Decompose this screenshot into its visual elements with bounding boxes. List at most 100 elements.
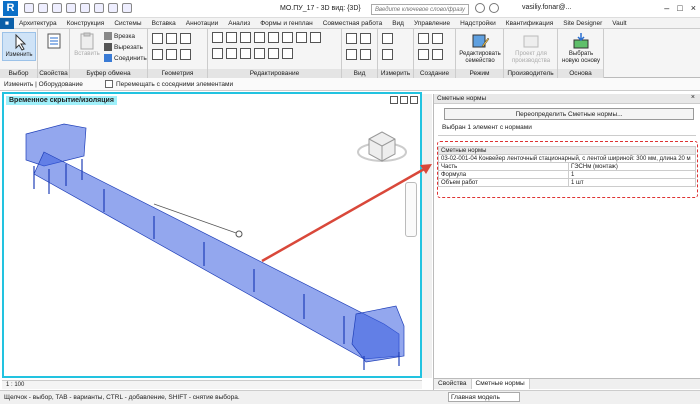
viewport-scrollbar[interactable] [422, 94, 432, 378]
tab-vault[interactable]: Vault [607, 20, 631, 27]
conveyor-model[interactable] [4, 94, 420, 376]
rotate-icon[interactable] [240, 48, 251, 59]
create-assembly-icon[interactable] [418, 49, 429, 60]
tab-manage[interactable]: Управление [409, 20, 455, 27]
undo-icon[interactable] [52, 3, 62, 13]
cursor-icon [9, 33, 29, 51]
create-similar-icon[interactable] [432, 49, 443, 60]
mirror-axis-icon[interactable] [240, 32, 251, 43]
split-icon[interactable] [268, 32, 279, 43]
pencil-icon[interactable] [360, 33, 371, 44]
scale-icon[interactable] [268, 48, 279, 59]
tab-massing[interactable]: Формы и генплан [255, 20, 318, 27]
tab-systems[interactable]: Системы [109, 20, 146, 27]
override-norms-button[interactable]: Переопределить Сметные нормы... [444, 108, 694, 120]
3d-viewport[interactable]: Временное скрытие/изоляция [2, 92, 422, 378]
align-icon[interactable] [212, 32, 223, 43]
paste-button[interactable]: Вставить [74, 32, 100, 58]
redo-icon[interactable] [66, 3, 76, 13]
tab-addins[interactable]: Надстройки [455, 20, 501, 27]
copy-icon[interactable] [226, 48, 237, 59]
view-scale[interactable]: 1 : 100 [6, 382, 24, 388]
create-parts-icon[interactable] [418, 33, 429, 44]
modify-button[interactable]: Изменить [2, 32, 36, 61]
fabrication-button[interactable]: Проект для производства [506, 32, 556, 65]
tab-site-designer[interactable]: Site Designer [558, 20, 607, 27]
delete-icon[interactable] [310, 32, 321, 43]
cut-geometry-icon[interactable] [166, 49, 177, 60]
tab-file[interactable]: ■ [0, 17, 14, 29]
app-logo[interactable]: R [3, 1, 18, 16]
panel-label-modify: Редактирование [208, 69, 341, 78]
document-title: МО.ПУ_17 - 3D вид: {3D} [280, 5, 361, 12]
move-icon[interactable] [212, 48, 223, 59]
fabrication-icon [521, 32, 541, 50]
search-icon[interactable] [475, 3, 485, 13]
panel-modify: Редактирование [208, 29, 342, 78]
maximize-button[interactable]: □ [677, 3, 682, 13]
panel-geometry: Геометрия [148, 29, 208, 78]
viewcube-icon[interactable] [357, 131, 407, 162]
panel-label-clipboard: Буфер обмена [70, 69, 147, 78]
text-icon[interactable] [108, 3, 118, 13]
lightbulb-icon[interactable] [346, 33, 357, 44]
array-icon[interactable] [254, 48, 265, 59]
cope-button[interactable]: Врезка [104, 32, 135, 40]
wall-joins-icon[interactable] [180, 33, 191, 44]
offset-icon[interactable] [226, 32, 237, 43]
measure-icon[interactable] [94, 3, 104, 13]
view-control-bar: 1 : 100 [2, 380, 422, 389]
move-with-nearby-checkbox[interactable] [105, 80, 113, 88]
title-bar: R МО.ПУ_17 - 3D вид: {3D} Введите ключев… [0, 0, 700, 18]
pin-icon[interactable] [282, 48, 293, 59]
close-button[interactable]: × [691, 3, 696, 13]
tab-estimate-norms[interactable]: Сметные нормы [471, 379, 530, 389]
tab-architecture[interactable]: Архитектура [14, 20, 62, 27]
tab-quantification[interactable]: Квантификация [501, 20, 558, 27]
pick-new-host-button[interactable]: Выбрать новую основу [560, 32, 602, 65]
panel-header: Сметные нормы [434, 94, 700, 104]
search-input[interactable]: Введите ключевое слово/фразу [371, 4, 469, 15]
open-icon[interactable] [24, 3, 34, 13]
tab-view[interactable]: Вид [387, 20, 409, 27]
navigation-bar[interactable] [405, 182, 417, 237]
paint-icon[interactable] [152, 33, 163, 44]
demolish-icon[interactable] [152, 49, 163, 60]
properties-button[interactable] [44, 32, 64, 51]
panel-label-select[interactable]: Выбор [0, 69, 37, 78]
dimension-icon[interactable] [382, 49, 393, 60]
edit-family-button[interactable]: Редактировать семейство [458, 32, 502, 65]
active-model-select[interactable]: Главная модель [448, 392, 520, 402]
tab-properties[interactable]: Свойства [434, 379, 472, 389]
3d-view-icon[interactable] [122, 3, 132, 13]
join-button[interactable]: Соединить [104, 54, 147, 62]
cut-button[interactable]: Вырезать [104, 43, 143, 51]
close-icon[interactable]: × [691, 94, 695, 101]
status-hint: Щелчок - выбор, TAB - варианты, CTRL - д… [4, 394, 240, 401]
tab-insert[interactable]: Вставка [147, 20, 181, 27]
ribbon-tabs: ■ Архитектура Конструкция Системы Вставк… [0, 17, 700, 29]
user-account[interactable]: vasiliy.fonar@... [522, 4, 571, 11]
measure-distance-icon[interactable] [382, 33, 393, 44]
trim-icon[interactable] [282, 32, 293, 43]
override-icon[interactable] [360, 49, 371, 60]
join-geometry-icon[interactable] [180, 49, 191, 60]
subscription-icon[interactable] [489, 3, 499, 13]
split-face-icon[interactable] [166, 33, 177, 44]
save-icon[interactable] [38, 3, 48, 13]
minimize-button[interactable]: – [664, 3, 669, 13]
tab-annotate[interactable]: Аннотации [181, 20, 224, 27]
panel-label-measure: Измерить [378, 69, 413, 78]
mirror-draw-icon[interactable] [254, 32, 265, 43]
cope-icon [104, 32, 112, 40]
panel-host: Выбрать новую основу Основа [558, 29, 604, 78]
tab-collaborate[interactable]: Совместная работа [318, 20, 387, 27]
create-group-icon[interactable] [432, 33, 443, 44]
tab-structure[interactable]: Конструкция [62, 20, 110, 27]
print-icon[interactable] [80, 3, 90, 13]
move-with-nearby-label: Перемещать с соседними элементами [116, 81, 234, 88]
tab-analyze[interactable]: Анализ [223, 20, 255, 27]
hide-icon[interactable] [346, 49, 357, 60]
lock-icon[interactable] [296, 32, 307, 43]
panel-create: Создание [414, 29, 456, 78]
